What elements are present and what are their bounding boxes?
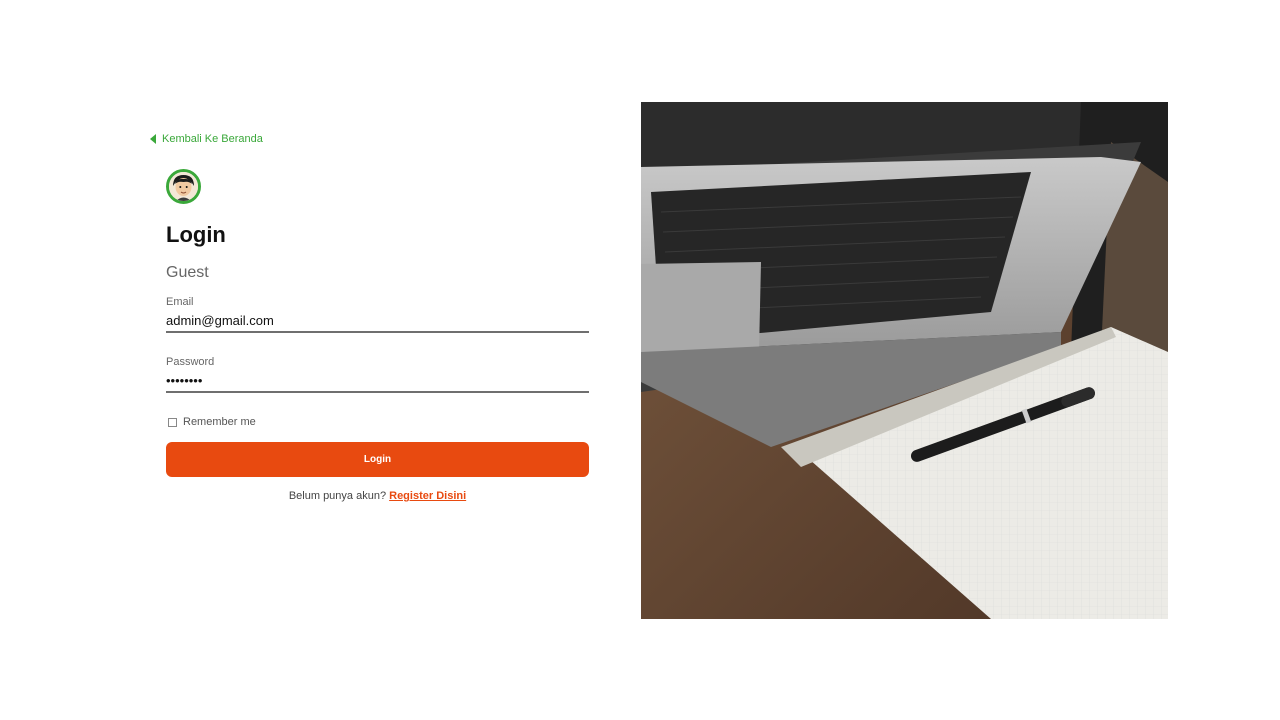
register-link[interactable]: Register Disini (389, 490, 466, 502)
login-button[interactable]: Login (166, 442, 589, 477)
password-label: Password (166, 356, 215, 368)
page-title: Login (166, 222, 226, 247)
back-to-home-link[interactable]: Kembali Ke Beranda (150, 133, 263, 145)
email-label: Email (166, 296, 194, 308)
avatar (166, 169, 201, 204)
register-prompt-row: Belum punya akun? Register Disini (166, 490, 589, 502)
back-link-label: Kembali Ke Beranda (162, 133, 263, 145)
laptop-notebook-illustration (641, 102, 1168, 619)
email-field-group: Email (166, 296, 589, 333)
password-field[interactable] (166, 372, 589, 393)
user-avatar-icon (169, 172, 198, 201)
remember-me-checkbox[interactable] (168, 417, 177, 427)
email-field[interactable] (166, 312, 589, 333)
chevron-left-icon (150, 134, 156, 144)
hero-image (641, 102, 1168, 619)
remember-me-row: Remember me (168, 416, 256, 428)
register-prompt: Belum punya akun? (288, 490, 387, 502)
remember-me-label: Remember me (183, 416, 256, 428)
role-subtitle: Guest (166, 264, 209, 281)
password-field-group: Password (166, 356, 589, 393)
